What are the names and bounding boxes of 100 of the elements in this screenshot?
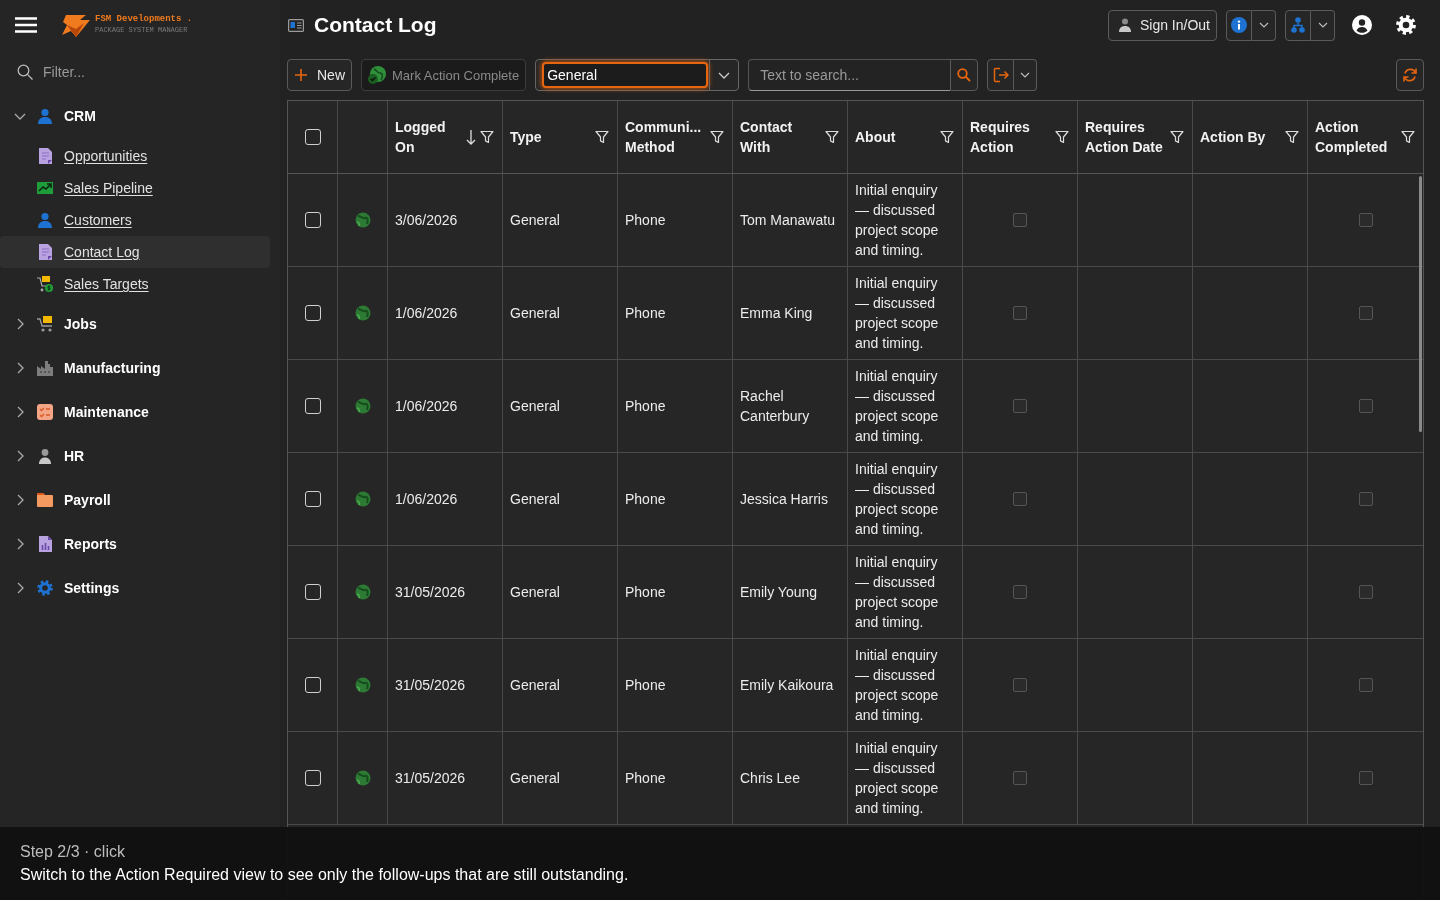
table-cell: General	[503, 639, 618, 731]
nav-link[interactable]: Customers	[0, 204, 270, 236]
table-cell: Initial enquiry — discussed project scope and timing.	[848, 267, 963, 359]
view-select-field[interactable]: General	[542, 62, 709, 88]
hierarchy-icon	[1291, 17, 1305, 33]
globe-icon	[354, 305, 371, 321]
requires-action-checkbox[interactable]	[1013, 678, 1027, 692]
table-cell: Phone	[618, 174, 733, 266]
column-header[interactable]: Contact With	[740, 117, 821, 157]
action-completed-checkbox[interactable]	[1358, 213, 1373, 227]
table-cell: General	[503, 732, 618, 824]
search-icon	[957, 68, 972, 82]
filter-icon[interactable]	[1401, 130, 1415, 144]
export-button[interactable]	[987, 59, 1015, 91]
action-completed-checkbox[interactable]	[1358, 492, 1373, 506]
action-completed-checkbox[interactable]	[1358, 771, 1373, 785]
action-completed-checkbox[interactable]	[1358, 678, 1373, 692]
filter-icon[interactable]	[480, 130, 494, 144]
user-circle-icon[interactable]	[1352, 15, 1372, 35]
info-button[interactable]	[1226, 9, 1252, 41]
action-completed-checkbox[interactable]	[1358, 399, 1373, 413]
folder-icon	[37, 493, 53, 507]
requires-action-checkbox[interactable]	[1013, 399, 1027, 413]
column-header[interactable]: Action By	[1200, 127, 1281, 147]
table-cell: 1/06/2026	[388, 453, 503, 545]
select-all-checkbox[interactable]	[304, 129, 321, 145]
row-checkbox[interactable]	[304, 212, 321, 228]
column-header[interactable]: Requires Action	[970, 117, 1051, 157]
new-button[interactable]: New	[287, 59, 352, 91]
column-header[interactable]: Logged On	[395, 117, 462, 157]
nav-group[interactable]: CRM	[0, 94, 270, 138]
globe-icon	[354, 398, 371, 414]
table-cell: Emily Young	[733, 546, 848, 638]
table-cell: Initial enquiry — discussed project scope and timing.	[848, 546, 963, 638]
table-cell: Initial enquiry — discussed project scope and timing.	[848, 174, 963, 266]
search-icon	[17, 64, 33, 80]
table-cell: General	[503, 546, 618, 638]
nav-group[interactable]: Jobs	[0, 302, 270, 346]
requires-action-checkbox[interactable]	[1013, 213, 1027, 227]
refresh-icon	[1403, 67, 1417, 83]
table-cell: Phone	[618, 732, 733, 824]
search-button[interactable]	[950, 59, 979, 91]
requires-action-checkbox[interactable]	[1013, 585, 1027, 599]
nav-link[interactable]: Opportunities	[0, 140, 270, 172]
row-checkbox[interactable]	[304, 305, 321, 321]
action-completed-checkbox[interactable]	[1358, 306, 1373, 320]
row-checkbox[interactable]	[304, 677, 321, 693]
requires-action-checkbox[interactable]	[1013, 306, 1027, 320]
scrollbar-thumb[interactable]	[1419, 176, 1422, 432]
filter-icon[interactable]	[595, 130, 609, 144]
nav-link[interactable]: Sales Targets	[0, 268, 270, 300]
tutorial-step: Step 2/3 · click	[20, 842, 125, 862]
filter-icon[interactable]	[940, 130, 954, 144]
view-select[interactable]: General	[535, 59, 740, 91]
filter-field[interactable]: Filter...	[43, 64, 243, 80]
nav-group[interactable]: Manufacturing	[0, 346, 270, 390]
table-cell: 31/05/2026	[388, 732, 503, 824]
row-checkbox[interactable]	[304, 770, 321, 786]
person-icon	[37, 448, 53, 464]
nav-group[interactable]: Maintenance	[0, 390, 270, 434]
gear-icon	[37, 580, 53, 596]
refresh-button[interactable]	[1396, 59, 1424, 91]
column-header[interactable]: Action Completed	[1315, 117, 1397, 157]
filter-icon[interactable]	[1055, 130, 1069, 144]
sign-in-button[interactable]: Sign In/Out	[1107, 9, 1217, 41]
row-checkbox[interactable]	[304, 491, 321, 507]
table-cell: 31/05/2026	[388, 639, 503, 731]
hierarchy-button[interactable]	[1285, 9, 1311, 41]
table-cell: Phone	[618, 639, 733, 731]
cart-dollar-icon	[37, 276, 53, 292]
filter-icon[interactable]	[1170, 130, 1184, 144]
table-cell: Rachel Canterbury	[733, 360, 848, 452]
settings-icon[interactable]	[1396, 15, 1416, 35]
nav-link[interactable]: Sales Pipeline	[0, 172, 270, 204]
nav-group[interactable]: Payroll	[0, 478, 270, 522]
filter-icon[interactable]	[825, 130, 839, 144]
row-checkbox[interactable]	[304, 584, 321, 600]
requires-action-checkbox[interactable]	[1013, 771, 1027, 785]
table-cell: General	[503, 267, 618, 359]
action-completed-checkbox[interactable]	[1358, 585, 1373, 599]
column-header[interactable]: Type	[510, 127, 591, 147]
nav-link[interactable]: Contact Log	[0, 236, 270, 268]
filter-icon[interactable]	[1285, 130, 1299, 144]
nav-group[interactable]: HR	[0, 434, 270, 478]
globe-icon	[354, 584, 371, 600]
menu-icon[interactable]	[15, 17, 37, 33]
column-header[interactable]: Requires Action Date	[1085, 117, 1166, 157]
filter-icon[interactable]	[710, 130, 724, 144]
table-cell: 1/06/2026	[388, 267, 503, 359]
document-icon	[38, 148, 52, 164]
nav-group[interactable]: Settings	[0, 566, 270, 610]
brand-name: FSM Developments .	[95, 14, 193, 24]
column-header[interactable]: Communi... Method	[625, 117, 706, 157]
table-cell: Initial enquiry — discussed project scope and timing.	[848, 639, 963, 731]
chart-icon	[37, 182, 53, 194]
search-field[interactable]: Text to search...	[748, 59, 951, 91]
nav-group[interactable]: Reports	[0, 522, 270, 566]
row-checkbox[interactable]	[304, 398, 321, 414]
requires-action-checkbox[interactable]	[1013, 492, 1027, 506]
column-header[interactable]: About	[855, 127, 936, 147]
